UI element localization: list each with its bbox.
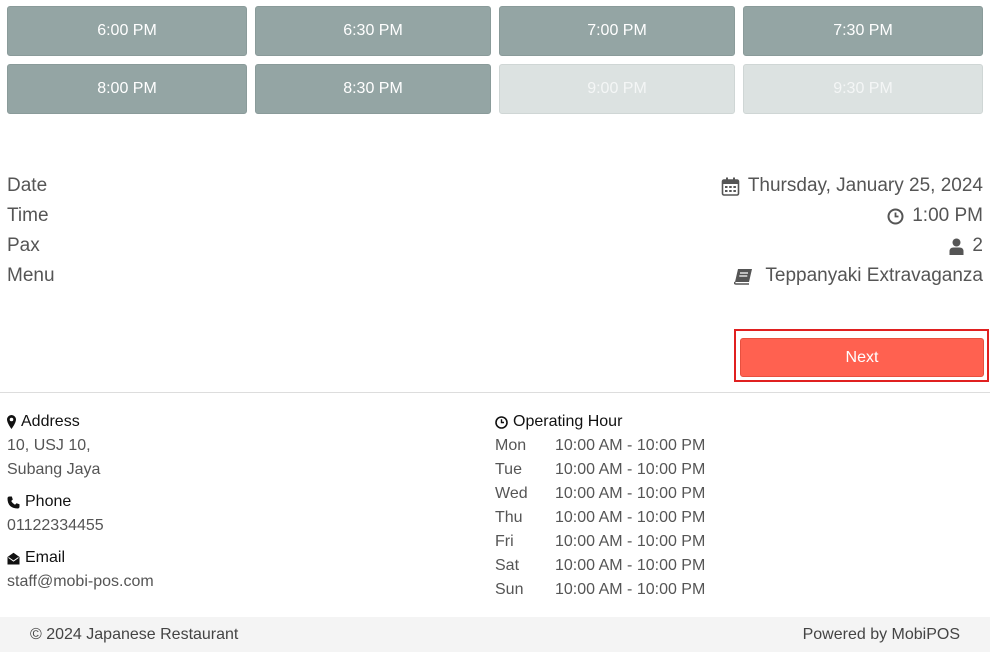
day-name: Wed — [495, 485, 528, 502]
hours-row: Tue 10:00 AM - 10:00 PM — [495, 458, 705, 482]
summary-row-time: Time 1:00 PM — [7, 201, 983, 231]
day-hours: 10:00 AM - 10:00 PM — [555, 581, 706, 598]
divider — [0, 392, 990, 393]
time-slot-button-disabled: 9:30 PM — [743, 64, 983, 114]
email-address: staff@mobi-pos.com — [7, 573, 154, 590]
day-hours: 10:00 AM - 10:00 PM — [555, 461, 706, 478]
hours-row: Wed 10:00 AM - 10:00 PM — [495, 482, 705, 506]
clock-icon — [495, 415, 508, 429]
time-slot-button-disabled: 9:00 PM — [499, 64, 735, 114]
menu-value: Teppanyaki Extravaganza — [765, 265, 983, 286]
day-hours: 10:00 AM - 10:00 PM — [555, 557, 706, 574]
footer: © 2024 Japanese Restaurant Powered by Mo… — [0, 617, 990, 652]
hours-row: Sun 10:00 AM - 10:00 PM — [495, 578, 705, 602]
copyright-text: © 2024 Japanese Restaurant — [30, 625, 239, 643]
next-button[interactable]: Next — [740, 338, 984, 377]
day-hours: 10:00 AM - 10:00 PM — [555, 533, 706, 550]
hours-row: Thu 10:00 AM - 10:00 PM — [495, 506, 705, 530]
time-slot-button[interactable]: 6:00 PM — [7, 6, 247, 56]
day-hours: 10:00 AM - 10:00 PM — [555, 485, 706, 502]
day-name: Fri — [495, 533, 514, 550]
time-slot-button[interactable]: 7:00 PM — [499, 6, 735, 56]
email-block: Email staff@mobi-pos.com — [7, 546, 154, 594]
summary-row-date: Date Thursday, January 25, 2024 — [7, 171, 983, 201]
pax-label: Pax — [7, 235, 40, 256]
pax-value: 2 — [972, 235, 983, 256]
time-slot-button[interactable]: 8:30 PM — [255, 64, 491, 114]
user-icon — [949, 238, 964, 255]
address-block: Address 10, USJ 10, Subang Jaya — [7, 410, 154, 482]
time-slot-button[interactable]: 6:30 PM — [255, 6, 491, 56]
time-slot-button[interactable]: 8:00 PM — [7, 64, 247, 114]
summary-row-pax: Pax 2 — [7, 231, 983, 261]
time-slot-grid: 6:00 PM 6:30 PM 7:00 PM 7:30 PM 8:00 PM … — [7, 6, 983, 122]
day-name: Mon — [495, 437, 527, 454]
powered-by-text: Powered by MobiPOS — [802, 625, 960, 643]
time-slot-row: 8:00 PM 8:30 PM 9:00 PM 9:30 PM — [7, 64, 983, 114]
summary-row-menu: Menu Teppanyaki Extravaganza — [7, 261, 983, 291]
time-value: 1:00 PM — [912, 205, 983, 226]
hours-row: Sat 10:00 AM - 10:00 PM — [495, 554, 705, 578]
envelope-open-icon — [7, 552, 20, 565]
operating-hours-heading: Operating Hour — [495, 410, 705, 434]
book-icon — [734, 268, 753, 285]
menu-label: Menu — [7, 265, 55, 286]
phone-heading: Phone — [7, 490, 154, 514]
time-slot-button[interactable]: 7:30 PM — [743, 6, 983, 56]
operating-hours: Operating Hour Mon 10:00 AM - 10:00 PM Tu… — [495, 410, 705, 602]
email-heading: Email — [7, 546, 154, 570]
day-name: Sat — [495, 557, 520, 574]
hours-row: Fri 10:00 AM - 10:00 PM — [495, 530, 705, 554]
address-line: 10, USJ 10, — [7, 437, 91, 454]
phone-block: Phone 01122334455 — [7, 490, 154, 538]
phone-icon — [7, 496, 20, 509]
day-name: Thu — [495, 509, 523, 526]
date-value: Thursday, January 25, 2024 — [747, 175, 983, 196]
hours-row: Mon 10:00 AM - 10:00 PM — [495, 434, 705, 458]
date-label: Date — [7, 175, 48, 196]
phone-number: 01122334455 — [7, 517, 104, 534]
map-marker-icon — [7, 415, 16, 429]
day-hours: 10:00 AM - 10:00 PM — [555, 509, 706, 526]
time-label: Time — [7, 205, 49, 226]
day-name: Sun — [495, 581, 524, 598]
address-line: Subang Jaya — [7, 461, 101, 478]
next-button-highlight: Next — [734, 329, 989, 382]
calendar-icon — [721, 177, 740, 196]
booking-summary: Date Thursday, January 25, 2024 Time 1:0… — [7, 171, 983, 291]
day-name: Tue — [495, 461, 522, 478]
address-heading: Address — [7, 410, 154, 434]
clock-icon — [887, 208, 904, 225]
day-hours: 10:00 AM - 10:00 PM — [555, 437, 706, 454]
contact-info: Address 10, USJ 10, Subang Jaya Phone 01… — [7, 410, 154, 602]
time-slot-row: 6:00 PM 6:30 PM 7:00 PM 7:30 PM — [7, 6, 983, 56]
